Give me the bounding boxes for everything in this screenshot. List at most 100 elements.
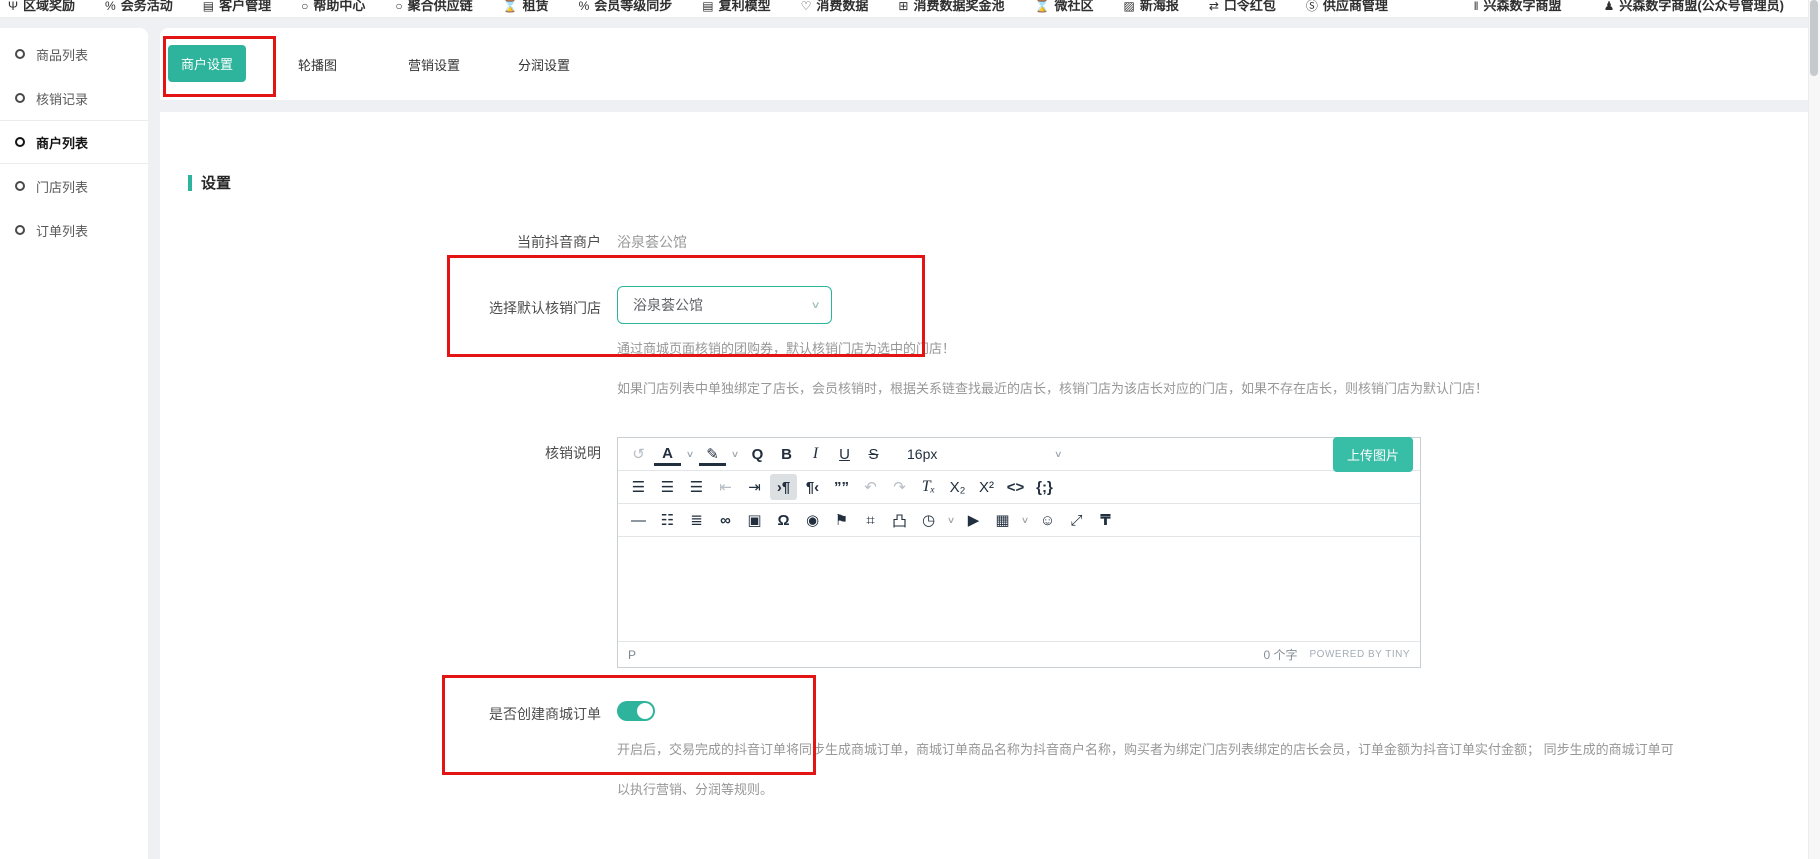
sidebar-item[interactable]: 商品列表 (0, 32, 148, 76)
nav-item[interactable]: ▤复利模型 (702, 0, 770, 17)
editor-toolbar-row-3: —☷≣∞▣Ω◉⚑⌗凸◷∨▶▦∨☺⤢₸ (618, 504, 1420, 537)
code-sample-icon[interactable]: {;} (1031, 474, 1058, 500)
undo-icon[interactable]: ↶ (857, 474, 884, 500)
nav-item-label: 供应商管理 (1323, 0, 1388, 16)
sidebar-item[interactable]: 订单列表 (0, 208, 148, 252)
bold-icon[interactable]: B (773, 441, 800, 467)
align-center-icon[interactable]: ☰ (654, 474, 681, 500)
scrollbar-thumb[interactable] (1810, 0, 1818, 76)
chevron-down-icon[interactable]: ∨ (681, 441, 699, 467)
align-left-icon[interactable]: ☰ (625, 474, 652, 500)
nav-item-label: 客户管理 (219, 0, 271, 16)
ltr-paragraph-icon[interactable]: ›¶ (770, 474, 797, 500)
outdent-icon[interactable]: ⇤ (712, 474, 739, 500)
user-icon: ♟ (1604, 0, 1615, 16)
fullscreen-icon[interactable]: ⤢ (1063, 507, 1090, 533)
circle-icon: ○ (395, 0, 402, 16)
emoji-icon[interactable]: ☺ (1034, 507, 1061, 533)
nav-item-label: 会员等级同步 (594, 0, 672, 16)
inline-code-icon[interactable]: <> (1002, 474, 1029, 500)
table-icon[interactable]: ▦ (989, 507, 1016, 533)
sidebar: 商品列表核销记录商户列表门店列表订单列表 (0, 28, 148, 859)
highlight-color-icon[interactable]: ✎ (699, 444, 726, 466)
nav-item[interactable]: ▨新海报 (1123, 0, 1178, 17)
blockquote-icon[interactable]: ”” (828, 474, 855, 500)
history-restore-icon[interactable]: ↺ (625, 441, 652, 467)
nav-item[interactable]: ‖兴森数字商盟 (1474, 0, 1562, 17)
nav-item[interactable]: ○聚合供应链 (395, 0, 472, 17)
indent-icon[interactable]: ⇥ (741, 474, 768, 500)
create-order-toggle[interactable] (617, 701, 655, 721)
page: Ψ区域奖励%会务活动▤客户管理○帮助中心○聚合供应链⌛租赁%会员等级同步▤复利模… (0, 0, 1820, 859)
upload-image-button[interactable]: 上传图片 (1333, 437, 1413, 472)
sidebar-item-label: 核销记录 (36, 89, 88, 108)
nav-item[interactable]: ♟兴森数字商盟(公众号管理员) (1604, 0, 1784, 17)
rich-text-editor: ↺A∨✎∨QBIUS 16px ∨ 上传图片 ☰☰☰⇤⇥›¶¶‹””↶↷TₓX₂… (617, 437, 1421, 668)
sidebar-item-label: 门店列表 (36, 177, 88, 196)
nav-right: ‖兴森数字商盟 ♟兴森数字商盟(公众号管理员) (1474, 0, 1808, 17)
print-icon[interactable]: 凸 (886, 507, 913, 533)
editor-content-area[interactable] (618, 537, 1420, 641)
italic-icon[interactable]: I (802, 441, 829, 467)
merchant-label: 当前抖音商户 (381, 232, 601, 252)
editor-status-right: 0 个字 POWERED BY TINY (1264, 646, 1411, 663)
list-icon: ▤ (203, 0, 214, 16)
nav-item[interactable]: ⌛微社区 (1035, 0, 1094, 17)
nav-item[interactable]: %会务活动 (105, 0, 173, 17)
superscript-icon[interactable]: X² (973, 474, 1000, 500)
sidebar-item[interactable]: 门店列表 (0, 164, 148, 208)
strikethrough-icon[interactable]: S (860, 441, 887, 467)
default-store-select[interactable]: 浴泉荟公馆 ∨ (617, 286, 832, 324)
align-right-icon[interactable]: ☰ (683, 474, 710, 500)
ordered-list-icon[interactable]: ≣ (683, 507, 710, 533)
chevron-down-icon[interactable]: ∨ (1016, 507, 1034, 533)
special-character-icon[interactable]: Ω (770, 507, 797, 533)
sidebar-item[interactable]: 商户列表 (0, 120, 148, 164)
editor-statusbar: P 0 个字 POWERED BY TINY (618, 641, 1420, 667)
chevron-down-icon: ∨ (1054, 449, 1063, 460)
subscript-icon[interactable]: X₂ (944, 474, 971, 500)
nav-item[interactable]: Ψ区域奖励 (8, 0, 75, 17)
nav-item[interactable]: ⇄口令红包 (1209, 0, 1276, 17)
nav-item[interactable]: ○帮助中心 (301, 0, 365, 17)
section-accent-bar (188, 175, 192, 191)
sidebar-item-label: 商户列表 (36, 133, 88, 152)
insert-media-icon[interactable]: ▶ (960, 507, 987, 533)
search-icon[interactable]: Q (744, 441, 771, 467)
nav-item[interactable]: %会员等级同步 (579, 0, 673, 17)
text-color-icon[interactable]: A (654, 444, 681, 466)
tab-item[interactable]: 分润设置 (518, 28, 570, 100)
rtl-paragraph-icon[interactable]: ¶‹ (799, 474, 826, 500)
page-break-icon[interactable]: ⌗ (857, 507, 884, 533)
section-title: 设置 (201, 172, 231, 193)
nav-item[interactable]: ▤ 客户管理 (203, 0, 271, 17)
chevron-down-icon[interactable]: ∨ (726, 441, 744, 467)
tab-item[interactable]: 营销设置 (408, 28, 460, 100)
default-store-label: 选择默认核销门店 (381, 298, 601, 318)
clear-formatting-icon[interactable]: Tₓ (915, 474, 942, 500)
preview-icon[interactable]: ◉ (799, 507, 826, 533)
redo-icon[interactable]: ↷ (886, 474, 913, 500)
bookmark-icon[interactable]: ⚑ (828, 507, 855, 533)
horizontal-rule-icon[interactable]: — (625, 507, 652, 533)
nav-item[interactable]: ⌛租赁 (503, 0, 549, 17)
insert-image-icon[interactable]: ▣ (741, 507, 768, 533)
nav-item[interactable]: ⊞消费数据奖金池 (898, 0, 1004, 17)
editor-toolbar-row-1: ↺A∨✎∨QBIUS 16px ∨ 上传图片 (618, 438, 1420, 471)
nav-item-label: 租赁 (523, 0, 549, 16)
nav-item-label: 帮助中心 (313, 0, 365, 16)
format-painter-icon[interactable]: ₸ (1092, 507, 1119, 533)
insert-datetime-icon[interactable]: ◷ (915, 507, 942, 533)
image-icon: ▨ (1123, 0, 1134, 16)
chevron-down-icon[interactable]: ∨ (942, 507, 960, 533)
sidebar-item[interactable]: 核销记录 (0, 76, 148, 120)
powered-by-label: POWERED BY TINY (1310, 649, 1410, 660)
underline-icon[interactable]: U (831, 441, 858, 467)
unordered-list-icon[interactable]: ☷ (654, 507, 681, 533)
nav-item[interactable]: ♡消费数据 (801, 0, 869, 17)
font-size-select[interactable]: 16px ∨ (895, 441, 1070, 467)
nav-item[interactable]: Ⓢ供应商管理 (1306, 0, 1388, 17)
link-icon[interactable]: ∞ (712, 507, 739, 533)
tab-merchant-settings[interactable]: 商户设置 (168, 45, 246, 82)
tab-item[interactable]: 轮播图 (298, 28, 337, 100)
